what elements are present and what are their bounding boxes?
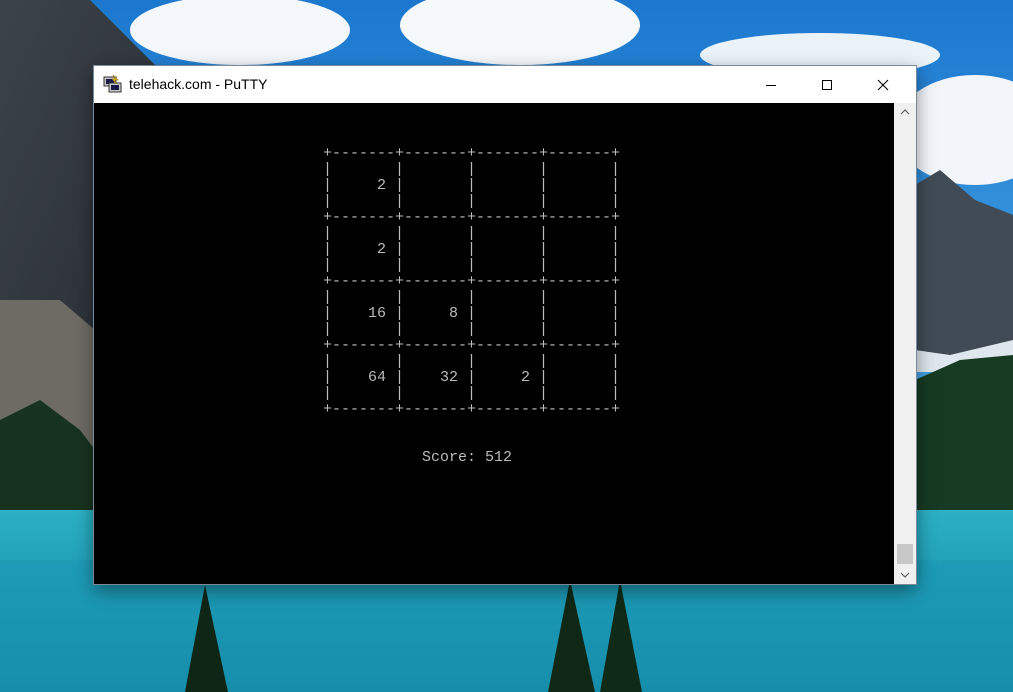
terminal-line: +-------+-------+-------+-------+ bbox=[323, 145, 621, 162]
terminal-line: +-------+-------+-------+-------+ bbox=[323, 337, 621, 354]
terminal-line: | 2 | | | | bbox=[323, 241, 621, 258]
terminal-line: | | | | | bbox=[323, 353, 621, 370]
minimize-button[interactable] bbox=[748, 66, 794, 103]
terminal-output: +-------+-------+-------+-------+ | | | |… bbox=[323, 146, 620, 466]
terminal-line: Score: 512 bbox=[323, 449, 513, 466]
close-button[interactable] bbox=[860, 66, 906, 103]
terminal-line: | | | | | bbox=[323, 385, 621, 402]
terminal-line: | | | | | bbox=[323, 257, 621, 274]
maximize-button[interactable] bbox=[804, 66, 850, 103]
scroll-up-button[interactable] bbox=[894, 103, 916, 121]
putty-window: telehack.com - PuTTY +-------+-------+--… bbox=[94, 66, 916, 584]
terminal-line: | | | | | bbox=[323, 161, 621, 178]
terminal-line: | | | | | bbox=[323, 193, 621, 210]
terminal-line: | | | | | bbox=[323, 321, 621, 338]
chevron-up-icon bbox=[900, 109, 910, 115]
minimize-icon bbox=[766, 84, 776, 86]
putty-icon bbox=[103, 74, 122, 93]
vertical-scrollbar[interactable] bbox=[894, 103, 916, 584]
terminal-line: +-------+-------+-------+-------+ bbox=[323, 273, 621, 290]
scroll-down-button[interactable] bbox=[894, 566, 916, 584]
maximize-icon bbox=[822, 79, 832, 90]
title-bar[interactable]: telehack.com - PuTTY bbox=[94, 66, 916, 103]
terminal-line: | | | | | bbox=[323, 225, 621, 242]
terminal-line: | 2 | | | | bbox=[323, 177, 621, 194]
terminal-line: +-------+-------+-------+-------+ bbox=[323, 401, 621, 418]
terminal-line: | | | | | bbox=[323, 289, 621, 306]
window-title: telehack.com - PuTTY bbox=[129, 76, 268, 92]
scrollbar-thumb[interactable] bbox=[897, 544, 913, 564]
terminal-line: +-------+-------+-------+-------+ bbox=[323, 209, 621, 226]
terminal-line: | 16 | 8 | | | bbox=[323, 305, 621, 322]
terminal-screen[interactable]: +-------+-------+-------+-------+ | | | |… bbox=[94, 103, 894, 584]
close-icon bbox=[877, 79, 889, 90]
chevron-down-icon bbox=[900, 572, 910, 578]
terminal-line: | 64 | 32 | 2 | | bbox=[323, 369, 621, 386]
